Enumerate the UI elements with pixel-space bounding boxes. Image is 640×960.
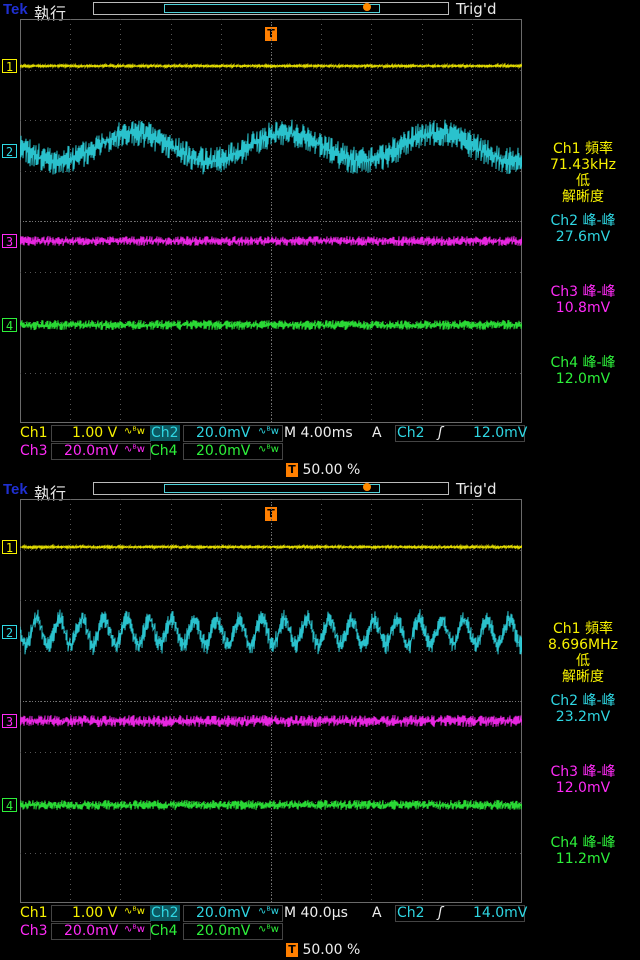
ch4-ground-marker[interactable]: 4: [2, 318, 17, 333]
ch3-ground-marker[interactable]: 3: [2, 714, 17, 729]
ch4-measure-value: 11.2mV: [555, 851, 611, 867]
rising-edge-icon: ʃ: [438, 905, 443, 921]
ch1-frequency-readout: Ch1 頻率 71.43kHz 低 解晰度: [526, 141, 640, 205]
ch4-pkpk-readout: Ch4 峰-峰 11.2mV: [526, 835, 640, 867]
ch4-label[interactable]: Ch4: [150, 923, 178, 939]
ch2-scale[interactable]: 20.0mV: [196, 425, 250, 441]
ch1-waveform: [20, 543, 522, 551]
rising-edge-icon: ʃ: [438, 425, 443, 441]
trigger-position-icon: [363, 3, 371, 11]
ch2-label[interactable]: Ch2: [150, 425, 180, 441]
trigger-level[interactable]: 12.0mV: [473, 425, 527, 441]
ch1-measure-value: 71.43kHz: [549, 157, 617, 173]
ch3-pkpk-readout: Ch3 峰-峰 10.8mV: [526, 284, 640, 316]
ch1-measure-note: 解晰度: [562, 189, 604, 205]
ch3-scale[interactable]: 20.0mV: [64, 923, 118, 939]
ch1-ground-marker[interactable]: 1: [2, 59, 17, 74]
record-view-window: [164, 4, 380, 13]
ch3-ground-marker[interactable]: 3: [2, 234, 17, 249]
trigger-position-readout: T 50.00 %: [286, 942, 360, 958]
ch1-label[interactable]: Ch1: [20, 425, 48, 441]
ch2-bandwidth-icon: ∿ᴮw: [258, 426, 279, 437]
graticule-svg: [20, 499, 522, 903]
ch4-measure-value: 12.0mV: [555, 371, 611, 387]
top-bar: Tek 執行 Trig'd: [0, 0, 640, 23]
ch2-measure-title: Ch2 峰-峰: [550, 213, 616, 229]
ch2-pkpk-readout: Ch2 峰-峰 27.6mV: [526, 213, 640, 245]
ch1-bandwidth-icon: ∿ᴮw: [124, 426, 145, 437]
ch1-label[interactable]: Ch1: [20, 905, 48, 921]
trigger-position-percent: 50.00 %: [302, 462, 361, 478]
ch2-bandwidth-icon: ∿ᴮw: [258, 906, 279, 917]
tek-logo: Tek: [3, 481, 28, 498]
timebase[interactable]: M 4.00ms: [284, 425, 353, 441]
ch2-scale[interactable]: 20.0mV: [196, 905, 250, 921]
ch2-label[interactable]: Ch2: [150, 905, 180, 921]
ch3-pkpk-readout: Ch3 峰-峰 12.0mV: [526, 764, 640, 796]
trigger-position-icon: T: [286, 463, 298, 477]
status-bar: Ch1 1.00 V ∿ᴮw Ch2 20.0mV ∿ᴮw M 40.0µs A…: [0, 905, 640, 943]
tek-logo: Tek: [3, 1, 28, 18]
ch1-measure-note: 低: [576, 173, 590, 189]
ch4-pkpk-readout: Ch4 峰-峰 12.0mV: [526, 355, 640, 387]
trigger-source[interactable]: Ch2: [397, 425, 425, 441]
ch3-bandwidth-icon: ∿ᴮw: [124, 444, 145, 455]
ch4-measure-title: Ch4 峰-峰: [550, 835, 616, 851]
scope-panel-1: Tek 執行 Trig'd T 1 2 3 4 Ch1 頻率 71.43kHz …: [0, 0, 640, 480]
ch4-scale[interactable]: 20.0mV: [196, 923, 250, 939]
graticule-svg: [20, 19, 522, 423]
ch1-measure-title: Ch1 頻率: [552, 621, 613, 637]
ch2-ground-marker[interactable]: 2: [2, 144, 17, 159]
ch1-scale[interactable]: 1.00 V: [72, 905, 117, 921]
ch2-ground-marker[interactable]: 2: [2, 625, 17, 640]
ch1-scale[interactable]: 1.00 V: [72, 425, 117, 441]
ch1-measure-value: 8.696MHz: [547, 637, 619, 653]
ch1-measure-note: 低: [576, 653, 590, 669]
trigger-level[interactable]: 14.0mV: [473, 905, 527, 921]
ch3-waveform: [20, 714, 522, 728]
ch3-measure-title: Ch3 峰-峰: [550, 284, 616, 300]
ch4-label[interactable]: Ch4: [150, 443, 178, 459]
record-view-window: [164, 484, 380, 493]
trigger-status: Trig'd: [456, 480, 497, 498]
ch4-measure-title: Ch4 峰-峰: [550, 355, 616, 371]
trigger-mode-label: A: [372, 905, 382, 921]
ch1-measure-note: 解晰度: [562, 669, 604, 685]
record-length-bar: [93, 2, 449, 15]
ch3-measure-title: Ch3 峰-峰: [550, 764, 616, 780]
ch2-measure-title: Ch2 峰-峰: [550, 693, 616, 709]
waveform-graticule: [20, 499, 522, 903]
ch2-pkpk-readout: Ch2 峰-峰 23.2mV: [526, 693, 640, 725]
trigger-position-icon: [363, 483, 371, 491]
ch4-scale[interactable]: 20.0mV: [196, 443, 250, 459]
trigger-position-readout: T 50.00 %: [286, 462, 360, 478]
top-bar: Tek 執行 Trig'd: [0, 480, 640, 503]
status-bar: Ch1 1.00 V ∿ᴮw Ch2 20.0mV ∿ᴮw M 4.00ms A…: [0, 425, 640, 463]
waveform-graticule: [20, 19, 522, 423]
record-length-bar: [93, 482, 449, 495]
ch1-measure-title: Ch1 頻率: [552, 141, 613, 157]
timebase[interactable]: M 40.0µs: [284, 905, 348, 921]
scope-panel-2: Tek 執行 Trig'd T 1 2 3 4 Ch1 頻率 8.696MHz …: [0, 480, 640, 960]
ch1-bandwidth-icon: ∿ᴮw: [124, 906, 145, 917]
trigger-source[interactable]: Ch2: [397, 905, 425, 921]
ch3-bandwidth-icon: ∿ᴮw: [124, 924, 145, 935]
ch3-label[interactable]: Ch3: [20, 443, 48, 459]
ch3-label[interactable]: Ch3: [20, 923, 48, 939]
trigger-status: Trig'd: [456, 0, 497, 18]
ch2-measure-value: 27.6mV: [555, 229, 611, 245]
ch1-ground-marker[interactable]: 1: [2, 540, 17, 555]
trigger-position-icon: T: [286, 943, 298, 957]
ch4-ground-marker[interactable]: 4: [2, 798, 17, 813]
ch3-measure-value: 12.0mV: [555, 780, 611, 796]
ch3-scale[interactable]: 20.0mV: [64, 443, 118, 459]
ch4-bandwidth-icon: ∿ᴮw: [258, 444, 279, 455]
ch2-measure-value: 23.2mV: [555, 709, 611, 725]
trigger-mode-label: A: [372, 425, 382, 441]
ch3-measure-value: 10.8mV: [555, 300, 611, 316]
ch4-bandwidth-icon: ∿ᴮw: [258, 924, 279, 935]
trigger-position-percent: 50.00 %: [302, 942, 361, 958]
ch1-frequency-readout: Ch1 頻率 8.696MHz 低 解晰度: [526, 621, 640, 685]
